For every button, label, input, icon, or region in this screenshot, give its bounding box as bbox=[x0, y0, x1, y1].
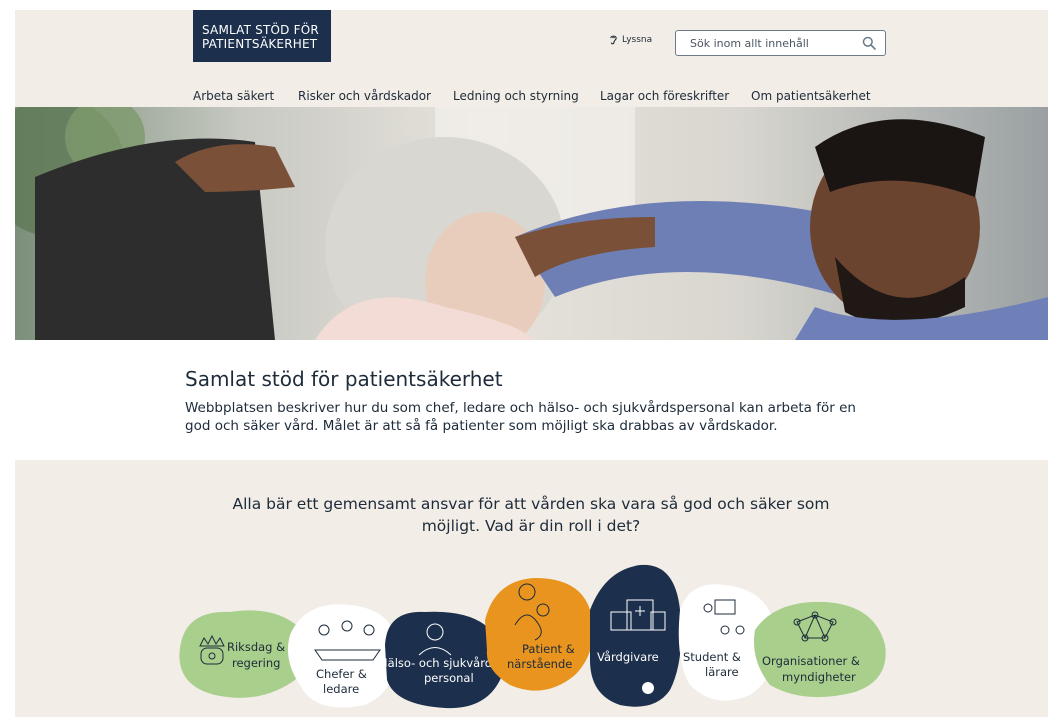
role-organisationer-myndigheter[interactable]: Organisationer & myndigheter bbox=[754, 601, 886, 698]
role-label-line2: myndigheter bbox=[782, 670, 856, 684]
listen-button[interactable]: Lyssna bbox=[609, 34, 652, 45]
role-label-line2: närstående bbox=[507, 657, 572, 671]
listen-label: Lyssna bbox=[622, 34, 653, 45]
hero-image bbox=[15, 107, 1048, 340]
site-logo[interactable]: SAMLAT STÖD FÖR PATIENTSÄKERHET bbox=[193, 10, 331, 62]
nav-item-arbeta-sakert[interactable]: Arbeta säkert bbox=[193, 89, 274, 103]
role-label-line2: personal bbox=[424, 671, 474, 685]
intro-text: Webbplatsen beskriver hur du som chef, l… bbox=[185, 400, 856, 434]
role-label-line1: Vårdgivare bbox=[597, 650, 659, 664]
role-label-line1: Student & bbox=[683, 650, 741, 664]
role-patient-narstaende[interactable]: Patient & närstående bbox=[485, 578, 593, 691]
hero-photo bbox=[15, 107, 1048, 340]
roles-section: Alla bär ett gemensamt ansvar för att vå… bbox=[15, 460, 1048, 717]
search-icon[interactable] bbox=[862, 36, 876, 50]
main-navigation: Arbeta säkert Risker och vårdskador Ledn… bbox=[15, 89, 1048, 105]
role-label-line2: lärare bbox=[705, 665, 739, 679]
logo-line-1: SAMLAT STÖD FÖR bbox=[202, 23, 319, 37]
nav-item-om[interactable]: Om patientsäkerhet bbox=[751, 89, 871, 103]
search-input[interactable] bbox=[676, 31, 846, 55]
nav-item-ledning[interactable]: Ledning och styrning bbox=[453, 89, 579, 103]
ear-icon bbox=[610, 35, 617, 45]
role-riksdag-regering[interactable]: Riksdag & regering bbox=[179, 610, 307, 698]
role-label-line1: Riksdag & bbox=[227, 640, 285, 654]
role-label-line1: Patient & bbox=[522, 642, 575, 656]
role-vardgivare[interactable]: Vårdgivare bbox=[590, 564, 682, 707]
role-label-line2: regering bbox=[232, 656, 280, 670]
role-label-line1: Chefer & bbox=[316, 667, 367, 681]
page-title: Samlat stöd för patientsäkerhet bbox=[185, 367, 503, 391]
search-box bbox=[675, 30, 886, 56]
nav-item-lagar[interactable]: Lagar och föreskrifter bbox=[600, 89, 729, 103]
roles-illustration: Riksdag & regering Chefer & ledare Hälso… bbox=[179, 564, 886, 709]
role-label-line2: ledare bbox=[323, 682, 359, 696]
role-label-line1: Organisationer & bbox=[762, 654, 860, 668]
logo-line-2: PATIENTSÄKERHET bbox=[202, 37, 318, 51]
site-header: SAMLAT STÖD FÖR PATIENTSÄKERHET Lyssna A… bbox=[15, 10, 1048, 107]
role-label-line1: Hälso- och sjukvårds- bbox=[379, 656, 502, 670]
nav-item-risker[interactable]: Risker och vårdskador bbox=[298, 89, 431, 103]
